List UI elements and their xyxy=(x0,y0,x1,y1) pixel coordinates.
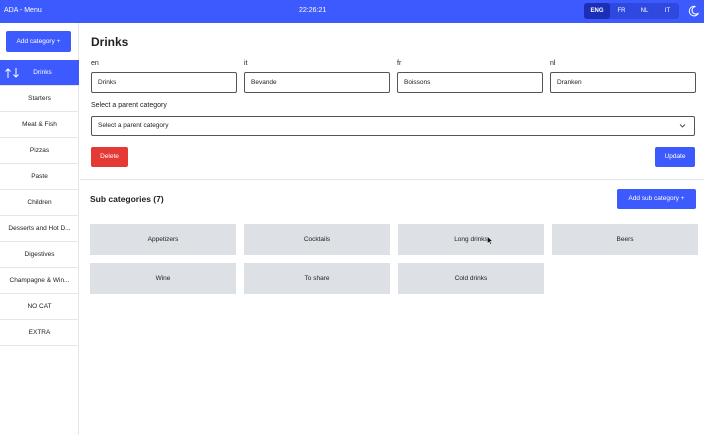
chevron-down-icon xyxy=(679,124,686,128)
field-it: it Bevande xyxy=(244,60,390,93)
sidebar-item-extra[interactable]: EXTRA xyxy=(0,320,79,346)
subcategory-tile[interactable]: Beers xyxy=(552,224,698,255)
sidebar-item-children[interactable]: Children xyxy=(0,190,79,216)
field-nl: nl Dranken xyxy=(550,60,696,93)
field-label-en: en xyxy=(91,60,99,67)
sidebar-item-drinks[interactable]: Drinks xyxy=(0,60,79,86)
subcategory-tile[interactable]: Cocktails xyxy=(244,224,390,255)
app-title: ADA - Menu xyxy=(4,7,42,14)
mouse-cursor-icon xyxy=(487,236,493,245)
top-bar: ADA - Menu 22:26:21 ENG FR NL IT xyxy=(0,0,704,23)
field-label-nl: nl xyxy=(550,60,556,67)
subcategory-tile[interactable]: Cold drinks xyxy=(398,263,544,294)
lang-nl[interactable]: NL xyxy=(633,3,656,19)
lang-eng[interactable]: ENG xyxy=(584,3,610,19)
sidebar-item-starters[interactable]: Starters xyxy=(0,86,79,112)
sidebar: Add category + Drinks Starters Meat & Fi… xyxy=(0,23,79,435)
parent-category-select[interactable]: Select a parent category xyxy=(91,116,695,136)
sidebar-item-desserts[interactable]: Desserts and Hot D... xyxy=(0,216,79,242)
name-input-fr[interactable]: Boissons xyxy=(397,72,543,93)
sidebar-item-label: Drinks xyxy=(33,69,52,76)
add-category-button[interactable]: Add category + xyxy=(6,31,71,52)
update-button[interactable]: Update xyxy=(655,147,695,167)
main-panel: Drinks en Drinks it Bevande fr Boissons … xyxy=(80,23,704,435)
sidebar-item-digestives[interactable]: Digestives xyxy=(0,242,79,268)
delete-button[interactable]: Delete xyxy=(91,147,128,167)
sidebar-item-paste[interactable]: Paste xyxy=(0,164,79,190)
subcategory-tile[interactable]: Appetizers xyxy=(90,224,236,255)
clock: 22:26:21 xyxy=(299,7,327,14)
name-input-it[interactable]: Bevande xyxy=(244,72,390,93)
field-en: en Drinks xyxy=(91,60,237,93)
subcategories-title: Sub categories (7) xyxy=(90,194,164,204)
sidebar-item-no-cat[interactable]: NO CAT xyxy=(0,294,79,320)
name-input-nl[interactable]: Dranken xyxy=(550,72,696,93)
category-list: Drinks Starters Meat & Fish Pizzas Paste… xyxy=(0,60,79,346)
parent-category-label: Select a parent category xyxy=(91,102,167,109)
field-label-fr: fr xyxy=(397,60,402,67)
add-sub-category-button[interactable]: Add sub category + xyxy=(617,189,696,209)
moon-icon[interactable] xyxy=(688,5,700,17)
lang-fr[interactable]: FR xyxy=(610,3,633,19)
field-label-it: it xyxy=(244,60,248,67)
divider xyxy=(80,179,704,180)
subcategory-tile[interactable]: Wine xyxy=(90,263,236,294)
name-input-en[interactable]: Drinks xyxy=(91,72,237,93)
sort-icon[interactable] xyxy=(4,67,20,79)
subcategory-tile[interactable]: Long drinks xyxy=(398,224,544,255)
subcategory-grid: Appetizers Cocktails Long drinks Beers W… xyxy=(90,224,698,294)
subcategory-tile[interactable]: To share xyxy=(244,263,390,294)
sidebar-item-champagne[interactable]: Champagne & Win... xyxy=(0,268,79,294)
parent-category-value: Select a parent category xyxy=(98,122,169,129)
sidebar-item-meat-fish[interactable]: Meat & Fish xyxy=(0,112,79,138)
field-fr: fr Boissons xyxy=(397,60,543,93)
sidebar-item-pizzas[interactable]: Pizzas xyxy=(0,138,79,164)
language-switcher: ENG FR NL IT xyxy=(584,3,679,19)
page-title: Drinks xyxy=(91,35,129,49)
lang-it[interactable]: IT xyxy=(656,3,679,19)
